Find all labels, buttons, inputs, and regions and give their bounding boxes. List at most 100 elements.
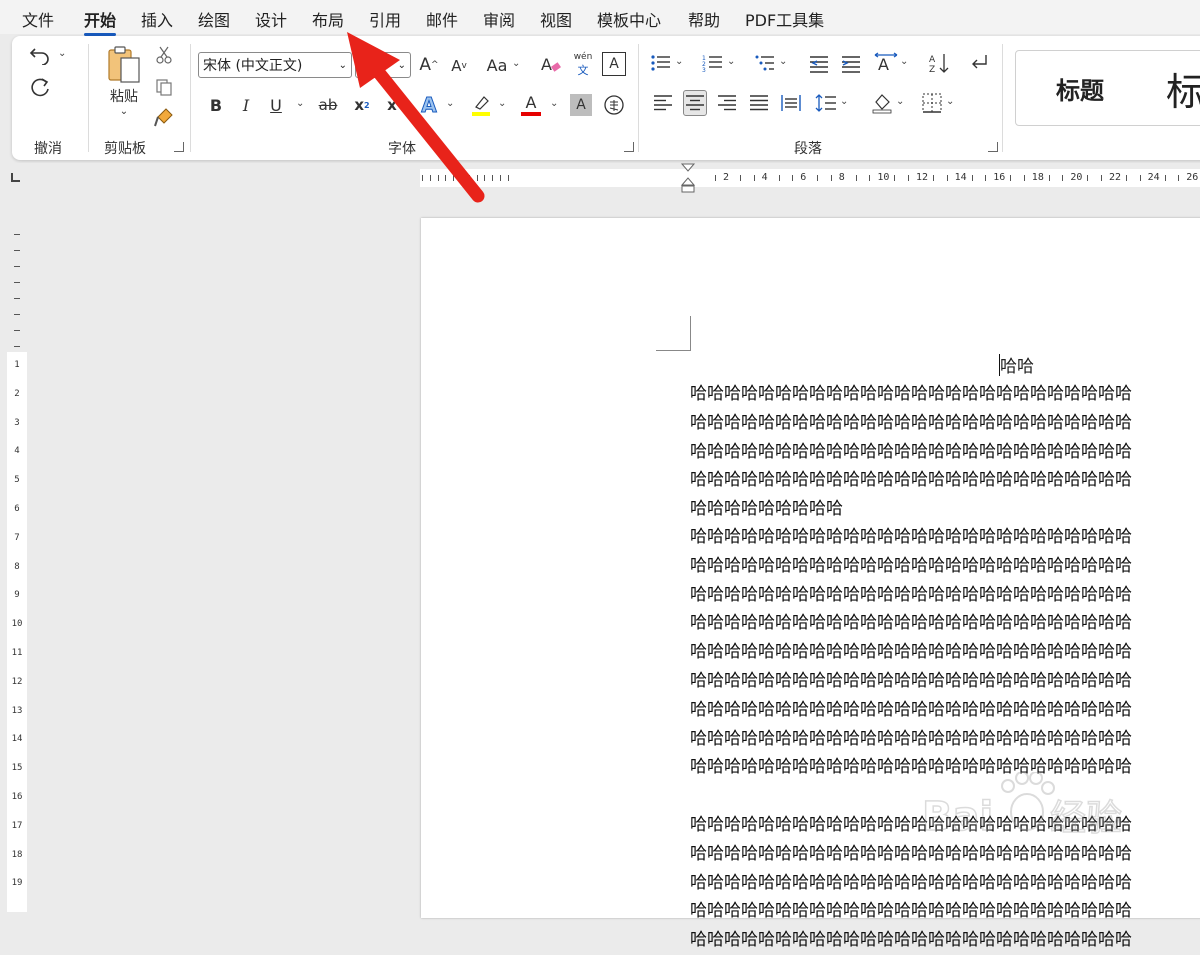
text-line[interactable]: 哈哈哈哈哈哈哈哈哈哈哈哈哈哈哈哈哈哈哈哈哈哈哈哈哈哈: [690, 380, 1200, 409]
borders-dropdown-icon[interactable]: ⌄: [946, 96, 954, 107]
tab-6[interactable]: 引用: [369, 7, 401, 31]
line-spacing-button[interactable]: [814, 90, 838, 116]
font-launcher-icon[interactable]: [624, 142, 634, 152]
text-effects-dropdown-icon[interactable]: ⌄: [446, 98, 454, 109]
enclose-characters-button[interactable]: [602, 92, 626, 118]
bold-button[interactable]: B: [204, 92, 228, 118]
sort-button[interactable]: AZ: [927, 50, 951, 76]
multilevel-list-dropdown-icon[interactable]: ⌄: [779, 56, 787, 67]
text-line[interactable]: 哈哈哈哈哈哈哈哈哈: [690, 495, 1200, 524]
horizontal-ruler[interactable]: 2 4 6 8 10 12 14 16 18 20 22 24 26: [0, 163, 1200, 193]
tab-1[interactable]: 开始: [84, 7, 117, 36]
superscript-button[interactable]: x: [382, 92, 402, 118]
tab-0[interactable]: 文件: [22, 7, 54, 31]
align-right-button[interactable]: [715, 90, 739, 116]
paragraph-launcher-icon[interactable]: [988, 142, 998, 152]
text-line[interactable]: 哈哈哈哈哈哈哈哈哈哈哈哈哈哈哈哈哈哈哈哈哈哈哈哈哈哈: [690, 667, 1200, 696]
tab-12[interactable]: PDF工具集: [745, 7, 824, 31]
document-title[interactable]: 哈哈: [1000, 352, 1034, 377]
character-border-button[interactable]: A: [602, 52, 626, 76]
text-line[interactable]: 哈哈哈哈哈哈哈哈哈哈哈哈哈哈哈哈哈哈哈哈哈哈哈哈哈哈: [690, 897, 1200, 926]
subscript-button[interactable]: x2: [350, 92, 374, 118]
font-color-dropdown-icon[interactable]: ⌄: [550, 98, 558, 109]
text-line[interactable]: 哈哈哈哈哈哈哈哈哈哈哈哈哈哈哈哈哈哈哈哈哈哈哈哈哈哈: [690, 523, 1200, 552]
text-line[interactable]: 哈哈哈哈哈哈哈哈哈哈哈哈哈哈哈哈哈哈哈哈哈哈哈哈哈哈: [690, 609, 1200, 638]
decrease-indent-button[interactable]: [807, 50, 831, 76]
undo-button[interactable]: [26, 42, 54, 68]
text-line[interactable]: 哈哈哈哈哈哈哈哈哈哈哈哈哈哈哈哈哈哈哈哈哈哈哈哈哈哈: [690, 409, 1200, 438]
multilevel-list-button[interactable]: [753, 50, 777, 76]
text-line[interactable]: 哈哈哈哈哈哈哈哈哈哈哈哈哈哈哈哈哈哈哈哈哈哈哈哈哈哈: [690, 725, 1200, 754]
tab-7[interactable]: 邮件: [426, 7, 458, 31]
clear-format-button[interactable]: A: [538, 52, 564, 78]
tab-2[interactable]: 插入: [141, 7, 173, 31]
tab-11[interactable]: 帮助: [688, 7, 720, 31]
shading-button[interactable]: [870, 90, 894, 116]
font-name-combo[interactable]: 宋体 (中文正文) ⌄: [198, 52, 352, 78]
text-line[interactable]: 哈哈哈哈哈哈哈哈哈哈哈哈哈哈哈哈哈哈哈哈哈哈哈哈哈哈: [690, 581, 1200, 610]
clipboard-launcher-icon[interactable]: [174, 142, 184, 152]
format-painter-button[interactable]: [152, 106, 176, 128]
character-shading-button[interactable]: A: [570, 94, 592, 116]
increase-indent-button[interactable]: [839, 50, 863, 76]
bullets-button[interactable]: [649, 50, 673, 76]
cut-button[interactable]: [152, 44, 176, 66]
paste-button[interactable]: 粘贴 ⌄: [102, 44, 146, 124]
font-size-combo[interactable]: ⌄: [355, 52, 411, 78]
bullets-dropdown-icon[interactable]: ⌄: [675, 56, 683, 67]
align-left-button[interactable]: [651, 90, 675, 116]
font-size-dropdown-icon[interactable]: ⌄: [398, 53, 406, 79]
underline-dropdown-icon[interactable]: ⌄: [296, 98, 304, 109]
asian-layout-button[interactable]: A: [874, 50, 898, 76]
text-line[interactable]: 哈哈哈哈哈哈哈哈哈哈哈哈哈哈哈哈哈哈哈哈哈哈哈哈哈哈: [690, 466, 1200, 495]
tab-9[interactable]: 视图: [540, 7, 572, 31]
text-line[interactable]: 哈哈哈哈哈哈哈哈哈哈哈哈哈哈哈哈哈哈哈哈哈哈哈哈哈哈: [690, 552, 1200, 581]
highlight-button[interactable]: [468, 92, 494, 118]
highlight-dropdown-icon[interactable]: ⌄: [498, 98, 506, 109]
phonetic-guide-button[interactable]: wén 文: [570, 50, 596, 80]
indent-marker-icon[interactable]: [680, 163, 696, 193]
tab-selector-icon[interactable]: [11, 173, 20, 182]
svg-text:A: A: [929, 55, 936, 65]
tab-3[interactable]: 绘图: [198, 7, 230, 31]
styles-gallery[interactable]: 标题 标: [1015, 50, 1200, 126]
text-line[interactable]: 哈哈哈哈哈哈哈哈哈哈哈哈哈哈哈哈哈哈哈哈哈哈哈哈哈哈: [690, 438, 1200, 467]
borders-button[interactable]: [920, 90, 944, 116]
numbering-button[interactable]: 123: [701, 50, 725, 76]
vertical-ruler[interactable]: 1 2 3 4 5 6 7 8 9 10 11 12 13 14 15 16 17 18 19: [0, 194, 34, 912]
align-center-button[interactable]: [683, 90, 707, 116]
paste-dropdown-icon[interactable]: ⌄: [120, 106, 128, 117]
distributed-button[interactable]: [779, 90, 803, 116]
underline-button[interactable]: U: [264, 92, 288, 118]
text-effects-button[interactable]: A: [416, 92, 442, 118]
line-spacing-dropdown-icon[interactable]: ⌄: [840, 96, 848, 107]
numbering-dropdown-icon[interactable]: ⌄: [727, 56, 735, 67]
tab-4[interactable]: 设计: [255, 7, 287, 31]
copy-button[interactable]: [152, 76, 176, 98]
font-color-button[interactable]: A: [518, 92, 544, 118]
style-heading-1[interactable]: 标: [1166, 61, 1200, 116]
text-line[interactable]: 哈哈哈哈哈哈哈哈哈哈哈哈哈哈哈哈哈哈哈哈哈哈哈哈哈哈: [690, 869, 1200, 898]
strikethrough-button[interactable]: ab: [314, 92, 342, 118]
show-paragraph-marks-button[interactable]: [967, 50, 991, 76]
grow-font-button[interactable]: A ^: [416, 52, 442, 78]
shading-dropdown-icon[interactable]: ⌄: [896, 96, 904, 107]
text-line[interactable]: 哈哈哈哈哈哈哈哈哈哈哈哈哈哈哈哈哈哈哈哈哈哈哈哈哈哈: [690, 696, 1200, 725]
text-line[interactable]: 哈哈哈哈哈哈哈哈哈哈哈哈哈哈哈哈哈哈哈哈哈哈哈哈哈哈: [690, 926, 1200, 955]
italic-button[interactable]: I: [234, 92, 258, 118]
font-name-dropdown-icon[interactable]: ⌄: [339, 53, 347, 79]
change-case-button[interactable]: Aa: [482, 52, 512, 78]
ruler-tick: [1164, 175, 1166, 181]
redo-button[interactable]: [26, 74, 54, 100]
tab-8[interactable]: 审阅: [483, 7, 515, 31]
style-heading[interactable]: 标题: [1056, 71, 1104, 106]
shrink-font-button[interactable]: Av: [446, 54, 472, 78]
tab-5[interactable]: 布局: [312, 7, 344, 31]
justify-button[interactable]: [747, 90, 771, 116]
change-case-dropdown-icon[interactable]: ⌄: [512, 58, 520, 69]
text-line[interactable]: 哈哈哈哈哈哈哈哈哈哈哈哈哈哈哈哈哈哈哈哈哈哈哈哈哈哈: [690, 638, 1200, 667]
asian-layout-dropdown-icon[interactable]: ⌄: [900, 56, 908, 67]
ruler-tick: [1087, 175, 1089, 181]
undo-dropdown-icon[interactable]: ⌄: [58, 48, 66, 59]
tab-10[interactable]: 模板中心: [597, 7, 661, 31]
